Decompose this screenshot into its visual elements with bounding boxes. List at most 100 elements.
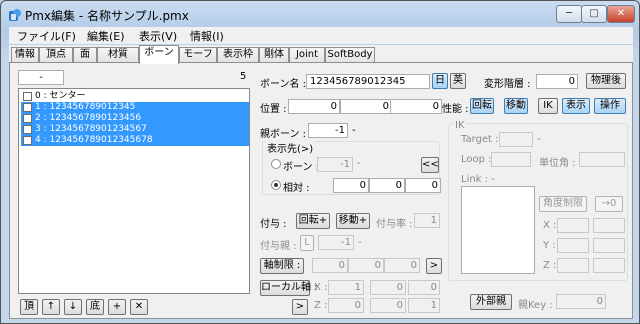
grant-local-toggle[interactable]: L (300, 235, 314, 251)
tab-face[interactable]: 面 (73, 47, 97, 63)
tab-rigid-body[interactable]: 剛体 (259, 47, 289, 63)
grant-move-button[interactable]: 移動+ (336, 213, 370, 229)
relative-x-input[interactable]: 0 (333, 178, 369, 193)
minimize-button[interactable]: ─ (556, 5, 582, 23)
tab-info[interactable]: 情報 (11, 47, 39, 63)
ik-x-min-input[interactable] (557, 218, 589, 233)
bone-list[interactable]: 0 : センター 1 : 123456789012345 2 : 1234567… (18, 88, 250, 294)
add-button[interactable]: + (108, 299, 126, 315)
axis-limit-x-input[interactable]: 0 (312, 258, 348, 273)
relative-z-input[interactable]: 0 (405, 178, 441, 193)
relative-y-input[interactable]: 0 (369, 178, 405, 193)
deform-level-input[interactable]: 0 (536, 74, 578, 89)
ik-toggle[interactable]: IK (538, 98, 558, 114)
delete-button[interactable]: ✕ (130, 299, 148, 315)
operable-toggle[interactable]: 操作 (594, 98, 626, 114)
tab-bone[interactable]: ボーン (139, 45, 179, 64)
bone-panel: - 5 0 : センター 1 : 123456789012345 2 : 123… (9, 62, 633, 319)
ik-loop-input[interactable] (491, 152, 531, 167)
list-item[interactable]: 0 : センター (21, 91, 249, 102)
menu-bar: ファイル(F) 編集(E) 表示(V) 情報(I) (9, 27, 633, 44)
local-axis-go-button[interactable]: > (292, 299, 308, 315)
checkbox[interactable] (23, 114, 32, 123)
ik-x-max-input[interactable] (593, 218, 625, 233)
axis-limit-button[interactable]: 軸制限 : (260, 258, 304, 274)
angle-limit-toggle[interactable]: 角度制限 (539, 196, 587, 212)
close-button[interactable]: ✕ (607, 5, 635, 23)
move-top-button[interactable]: 頂 (20, 299, 38, 315)
local-axis-x1-input[interactable]: 1 (328, 280, 364, 295)
move-down-button[interactable]: ↓ (64, 299, 82, 315)
position-y-input[interactable]: 0 (340, 99, 392, 114)
external-parent-button[interactable]: 外部親 (470, 294, 512, 310)
local-axis-x3-input[interactable]: 0 (408, 280, 440, 295)
deform-level-label: 変形階層 : (484, 79, 531, 90)
ik-y-min-input[interactable] (557, 238, 589, 253)
radio-bone[interactable] (271, 159, 281, 169)
checkbox[interactable] (23, 103, 32, 112)
grant-parent-input[interactable]: -1 (318, 235, 354, 250)
ik-z-min-input[interactable] (557, 258, 589, 273)
ik-y-max-input[interactable] (593, 238, 625, 253)
jump-button[interactable]: << (421, 157, 439, 173)
tab-vertex[interactable]: 頂点 (39, 47, 73, 63)
parent-bone-input[interactable]: -1 (308, 123, 348, 138)
parent-key-label: 親Key : (518, 300, 553, 311)
display-dest-group: 表示先(>) ボーン : -1 - << 相対 : 0 0 0 (262, 140, 441, 195)
tab-softbody[interactable]: SoftBody (325, 47, 375, 63)
list-item-label: 1 : 123456789012345 (35, 102, 136, 112)
ik-unit-angle-input[interactable] (579, 152, 625, 167)
radio-relative[interactable] (271, 180, 281, 190)
display-bone-name: - (357, 158, 361, 169)
menu-view[interactable]: 表示(V) (139, 28, 177, 44)
menu-edit[interactable]: 編集(E) (87, 28, 125, 44)
after-physics-toggle[interactable]: 物理後 (586, 73, 626, 89)
maximize-button[interactable]: □ (581, 5, 607, 23)
bone-name-input[interactable]: 123456789012345 (306, 74, 430, 89)
reset-zero-button[interactable]: →0 (595, 196, 623, 212)
ik-y-label: Y : (543, 240, 556, 251)
position-x-input[interactable]: 0 (288, 99, 340, 114)
move-bottom-button[interactable]: 底 (86, 299, 104, 315)
lang-jp-button[interactable]: 日 (432, 73, 448, 89)
display-bone-input[interactable]: -1 (317, 157, 353, 172)
menu-file[interactable]: ファイル(F) (17, 28, 76, 44)
list-item[interactable]: 2 : 1234567890123456 (21, 113, 249, 124)
lang-en-button[interactable]: 英 (450, 73, 466, 89)
checkbox[interactable] (23, 92, 32, 101)
move-up-button[interactable]: ↑ (42, 299, 60, 315)
ik-z-max-input[interactable] (593, 258, 625, 273)
axis-limit-y-input[interactable]: 0 (348, 258, 384, 273)
tab-material[interactable]: 材質 (97, 47, 139, 63)
rotate-toggle[interactable]: 回転 (470, 98, 494, 114)
translate-toggle[interactable]: 移動 (504, 98, 528, 114)
grant-rate-input[interactable]: 1 (414, 213, 440, 228)
tab-display-frame[interactable]: 表示枠 (217, 47, 259, 63)
local-axis-x2-input[interactable]: 0 (370, 280, 406, 295)
visible-toggle[interactable]: 表示 (562, 98, 590, 114)
ik-z-label: Z : (543, 260, 557, 271)
list-item[interactable]: 1 : 123456789012345 (21, 102, 249, 113)
title-bar: Pmx編集 - 名称サンプル.pmx ─ □ ✕ (1, 1, 639, 27)
axis-limit-z-input[interactable]: 0 (384, 258, 420, 273)
ik-target-input[interactable] (499, 132, 533, 147)
position-z-input[interactable]: 0 (390, 99, 442, 114)
list-item[interactable]: 3 : 12345678901234567 (21, 124, 249, 135)
ik-link-list[interactable] (461, 186, 535, 274)
list-filter-input[interactable]: - (18, 70, 64, 85)
local-axis-z2-input[interactable]: 0 (370, 298, 406, 313)
menu-info[interactable]: 情報(I) (190, 28, 224, 44)
grant-rotate-button[interactable]: 回転+ (296, 213, 330, 229)
checkbox[interactable] (23, 136, 32, 145)
list-item-label: 4 : 123456789012345678 (35, 135, 153, 145)
axis-limit-go-button[interactable]: > (426, 258, 442, 274)
tab-morph[interactable]: モーフ (179, 47, 217, 63)
parent-key-input[interactable]: 0 (556, 294, 606, 309)
local-axis-z3-input[interactable]: 1 (408, 298, 440, 313)
list-item[interactable]: 4 : 123456789012345678 (21, 135, 249, 146)
ik-link-name: - (491, 174, 495, 185)
checkbox[interactable] (23, 125, 32, 134)
local-axis-z1-input[interactable]: 0 (328, 298, 364, 313)
local-axis-button[interactable]: ローカル軸 : (260, 280, 318, 296)
tab-joint[interactable]: Joint (289, 47, 325, 63)
